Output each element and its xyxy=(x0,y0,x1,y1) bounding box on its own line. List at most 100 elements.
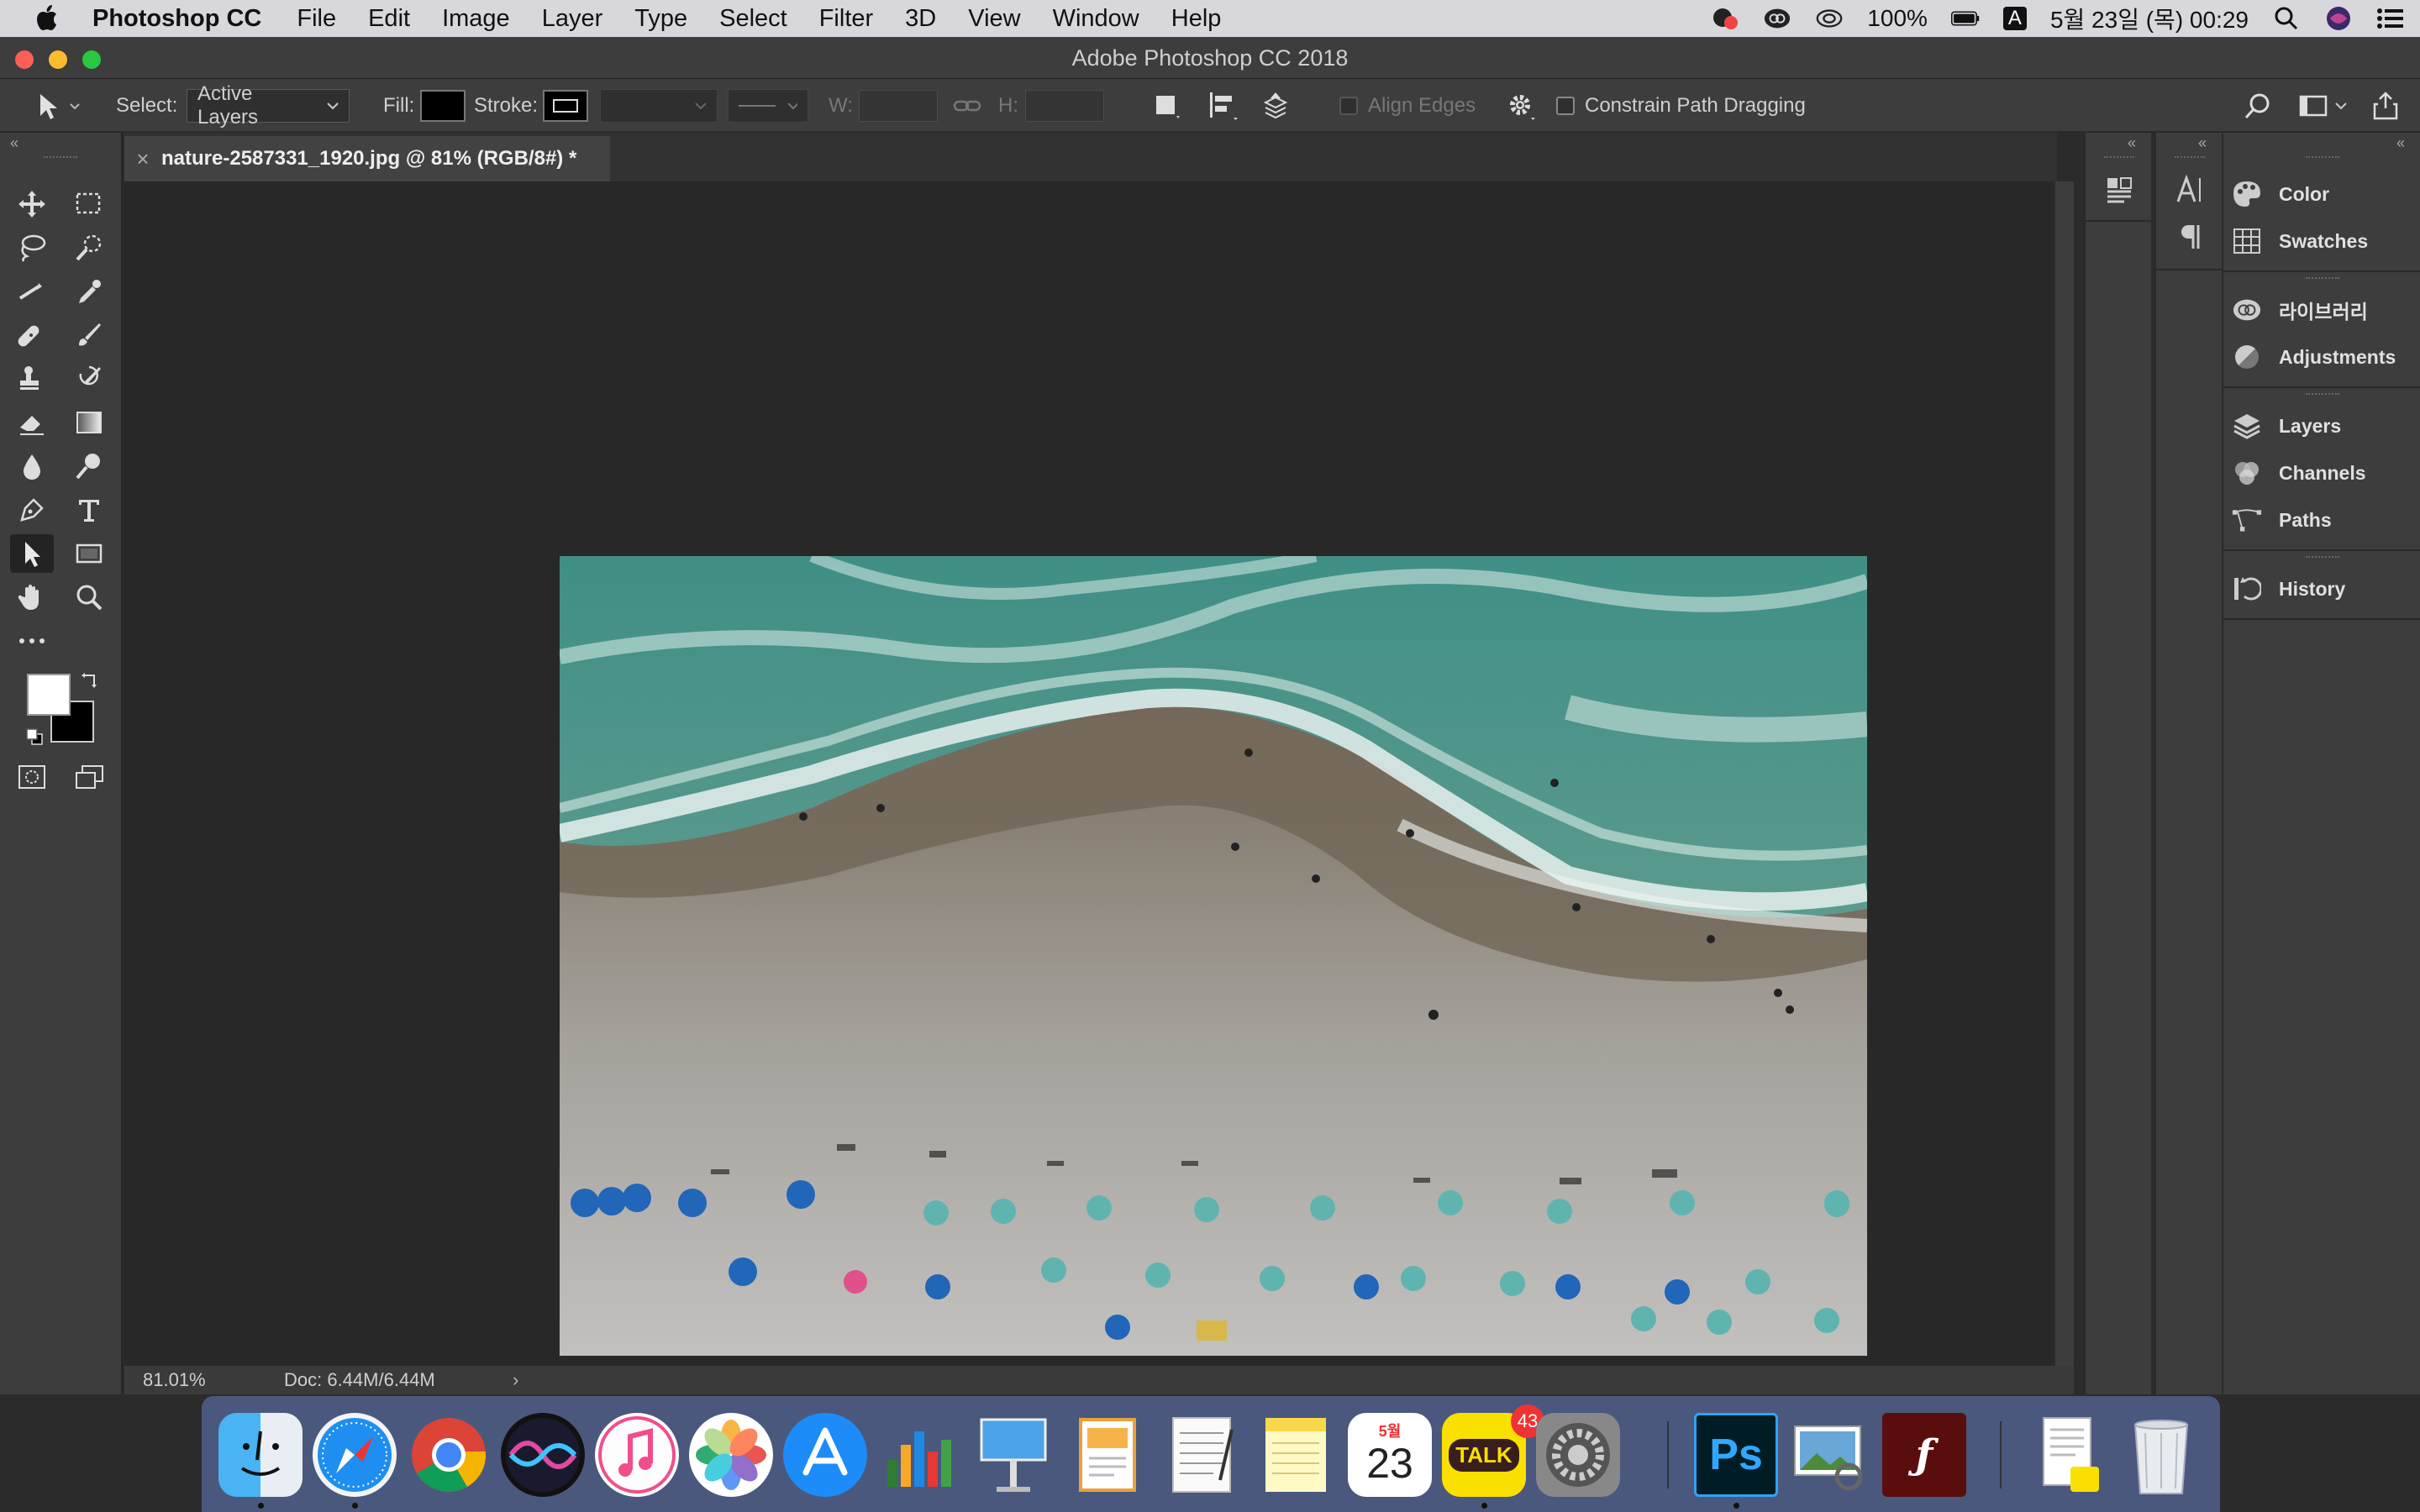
clone-stamp-tool-icon[interactable] xyxy=(10,360,54,398)
siri-icon[interactable] xyxy=(2324,7,2353,30)
healing-brush-tool-icon[interactable] xyxy=(10,316,54,354)
panel-grip[interactable] xyxy=(2306,556,2339,558)
zoom-tool-icon[interactable] xyxy=(67,578,111,617)
height-field[interactable] xyxy=(1025,90,1104,122)
sync-icon[interactable] xyxy=(1815,7,1844,30)
properties-panel-icon[interactable] xyxy=(2102,173,2136,211)
path-operations-icon[interactable] xyxy=(1151,79,1181,133)
notification-center-icon[interactable] xyxy=(2376,7,2405,30)
default-colors-icon[interactable] xyxy=(25,727,44,750)
eraser-tool-icon[interactable] xyxy=(10,403,54,442)
dock-app-store[interactable] xyxy=(783,1413,867,1497)
battery-icon[interactable] xyxy=(1950,7,1980,30)
link-dimensions-icon[interactable] xyxy=(953,79,981,133)
constrain-path-dragging-checkbox[interactable] xyxy=(1556,97,1575,115)
panel-item-history[interactable]: History xyxy=(2232,568,2417,610)
marquee-tool-icon[interactable] xyxy=(67,185,111,223)
dock-photoshop[interactable]: Ps xyxy=(1694,1413,1778,1497)
dock-chrome[interactable] xyxy=(407,1413,491,1497)
panel-item-channels[interactable]: Channels xyxy=(2232,452,2417,494)
dock-trash[interactable] xyxy=(2119,1413,2203,1497)
menubar-clock[interactable]: 5월 23일 (목) 00:29 xyxy=(2050,2,2249,35)
rectangle-tool-icon[interactable] xyxy=(67,534,111,573)
menu-view[interactable]: View xyxy=(968,5,1020,33)
dock-calendar[interactable]: 5월 23 xyxy=(1348,1413,1432,1497)
move-tool-icon[interactable] xyxy=(10,185,54,223)
foreground-color-swatch[interactable] xyxy=(27,674,71,716)
close-document-icon[interactable]: × xyxy=(124,146,161,172)
beach-photo-image[interactable] xyxy=(560,556,1867,1356)
crop-tool-icon[interactable] xyxy=(10,272,54,311)
dock-notes[interactable] xyxy=(1254,1413,1338,1497)
eyedropper-tool-icon[interactable] xyxy=(67,272,111,311)
quick-mask-icon[interactable] xyxy=(10,758,54,796)
menu-window[interactable]: Window xyxy=(1053,5,1139,33)
dock-textedit[interactable] xyxy=(1160,1413,1244,1497)
panel-item-color[interactable]: Color xyxy=(2232,173,2417,215)
dock-pages[interactable] xyxy=(1065,1413,1150,1497)
status-menu-arrow-icon[interactable]: › xyxy=(513,1369,518,1391)
creative-cloud-icon[interactable] xyxy=(1763,7,1791,30)
panel-item-layers[interactable]: Layers xyxy=(2232,405,2417,447)
spotlight-search-icon[interactable] xyxy=(2272,7,2301,30)
canvas-vertical-scrollbar[interactable] xyxy=(2055,181,2074,1366)
canvas-area[interactable] xyxy=(124,181,2054,1366)
dock-photos[interactable] xyxy=(689,1413,773,1497)
share-icon[interactable] xyxy=(2371,79,2400,133)
document-size-info[interactable]: Doc: 6.44M/6.44M xyxy=(284,1369,435,1391)
menu-type[interactable]: Type xyxy=(634,5,687,33)
menu-image[interactable]: Image xyxy=(442,5,510,33)
collapse-panels-icon[interactable]: « xyxy=(2396,134,2405,152)
search-icon[interactable] xyxy=(2244,79,2272,133)
dock-itunes[interactable] xyxy=(595,1413,679,1497)
dock-finder[interactable] xyxy=(218,1413,302,1497)
character-panel-icon[interactable] xyxy=(2173,173,2207,211)
stroke-swatch[interactable] xyxy=(543,90,588,122)
menu-file[interactable]: File xyxy=(297,5,336,33)
dock-flash[interactable]: ƒ xyxy=(1882,1413,1966,1497)
quick-selection-tool-icon[interactable] xyxy=(67,228,111,267)
panel-item-swatches[interactable]: Swatches xyxy=(2232,220,2417,262)
menu-help[interactable]: Help xyxy=(1171,5,1222,33)
toolbar-grip[interactable] xyxy=(44,156,77,160)
collapse-panel-strip-2-icon[interactable]: « xyxy=(2198,134,2207,152)
collapse-panel-strip-1-icon[interactable]: « xyxy=(2128,134,2136,152)
panel-item-adjustments[interactable]: Adjustments xyxy=(2232,336,2417,378)
dock-preview[interactable] xyxy=(1788,1413,1872,1497)
stroke-width-field[interactable] xyxy=(600,89,718,123)
stroke-type-dropdown[interactable] xyxy=(728,89,808,123)
dock-downloads-stack[interactable] xyxy=(2025,1413,2109,1497)
panel-grip[interactable] xyxy=(2306,277,2339,279)
fill-swatch[interactable] xyxy=(420,90,466,122)
menu-3d[interactable]: 3D xyxy=(905,5,936,33)
menu-filter[interactable]: Filter xyxy=(819,5,873,33)
zoom-level-field[interactable]: 81.01% xyxy=(143,1369,206,1391)
workspace-switcher-icon[interactable] xyxy=(2299,79,2349,133)
collapse-toolbar-icon[interactable]: « xyxy=(10,134,18,152)
path-alignment-icon[interactable] xyxy=(1207,79,1240,133)
dock-safari[interactable] xyxy=(313,1413,397,1497)
panel-item-libraries[interactable]: 라이브러리 xyxy=(2232,289,2417,331)
app-menu[interactable]: Photoshop CC xyxy=(92,5,261,33)
align-edges-checkbox[interactable] xyxy=(1339,97,1358,115)
edit-toolbar-more-icon[interactable] xyxy=(10,622,54,660)
gradient-tool-icon[interactable] xyxy=(67,403,111,442)
panel-grip[interactable] xyxy=(2306,156,2339,158)
menu-layer[interactable]: Layer xyxy=(542,5,603,33)
history-brush-tool-icon[interactable] xyxy=(67,360,111,398)
dock-siri[interactable] xyxy=(501,1413,585,1497)
dock-numbers[interactable] xyxy=(877,1413,961,1497)
paragraph-panel-icon[interactable] xyxy=(2173,220,2207,258)
hand-tool-icon[interactable] xyxy=(10,578,54,617)
menu-edit[interactable]: Edit xyxy=(368,5,410,33)
tool-preset-picker[interactable] xyxy=(34,79,81,133)
panel-grip[interactable] xyxy=(2104,156,2134,158)
settings-gear-icon[interactable] xyxy=(1506,79,1536,133)
dock-keynote[interactable] xyxy=(971,1413,1055,1497)
notification-app-icon[interactable] xyxy=(1711,7,1739,30)
swap-colors-icon[interactable] xyxy=(81,670,99,693)
width-field[interactable] xyxy=(859,90,938,122)
panel-grip[interactable] xyxy=(2175,156,2205,158)
dodge-tool-icon[interactable] xyxy=(67,447,111,486)
panel-item-paths[interactable]: Paths xyxy=(2232,499,2417,541)
